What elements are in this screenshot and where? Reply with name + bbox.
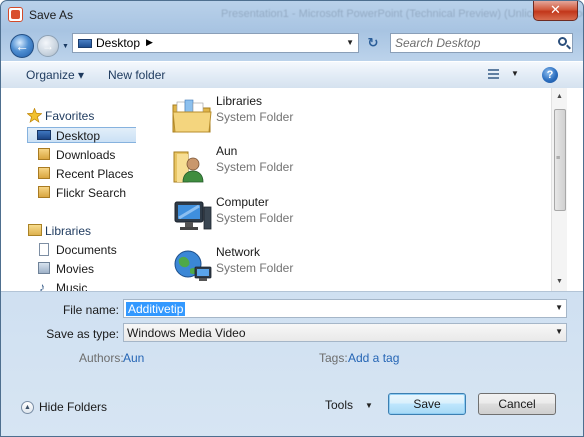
libraries-header[interactable]: Libraries	[45, 224, 91, 238]
save-as-dialog: Save As Presentation1 - Microsoft PowerP…	[0, 0, 584, 437]
desktop-icon	[37, 130, 51, 140]
address-bar[interactable]: Desktop ▶ ▼	[72, 33, 359, 53]
favorites-star-icon	[27, 108, 42, 123]
authors-value[interactable]: Aun	[123, 351, 144, 365]
address-segment-desktop[interactable]: Desktop	[96, 36, 140, 50]
app-icon	[8, 7, 23, 22]
documents-icon	[39, 243, 49, 256]
user-folder-icon	[173, 151, 204, 183]
view-details-icon	[488, 69, 499, 79]
save-as-type-label: Save as type:	[46, 327, 119, 341]
address-history-dropdown[interactable]: ▼	[346, 38, 354, 47]
hide-folders-label: Hide Folders	[39, 400, 108, 414]
chevron-down-icon[interactable]: ▼	[555, 303, 563, 312]
sidebar-item-desktop[interactable]: Desktop	[27, 127, 136, 143]
downloads-icon	[38, 148, 50, 160]
list-item-libraries[interactable]: Libraries System Folder	[152, 94, 432, 140]
search-box[interactable]	[390, 33, 573, 53]
network-icon	[174, 250, 212, 281]
file-name: Aun	[216, 144, 238, 158]
libraries-icon	[28, 224, 42, 236]
sidebar-item-recent-places[interactable]: Recent Places	[56, 167, 133, 181]
chevron-down-icon[interactable]: ▼	[511, 69, 519, 78]
authors-label: Authors:	[79, 351, 124, 365]
back-button[interactable]: ←	[10, 34, 34, 58]
scroll-up-arrow-icon[interactable]: ▲	[552, 90, 567, 104]
list-item-aun[interactable]: Aun System Folder	[152, 144, 432, 190]
tools-button[interactable]: Tools	[325, 398, 353, 412]
file-name-label: File name:	[62, 303, 119, 317]
background-window-title: Presentation1 - Microsoft PowerPoint (Te…	[221, 8, 584, 20]
new-folder-button[interactable]: New folder	[108, 68, 165, 82]
sidebar-item-music[interactable]: Music	[56, 281, 87, 291]
file-name: Network	[216, 245, 261, 259]
chevron-down-icon[interactable]: ▼	[365, 401, 373, 410]
list-item-network[interactable]: Network System Folder	[152, 245, 432, 291]
chevron-up-icon: ▲	[21, 401, 34, 414]
close-button[interactable]: ✕	[533, 1, 578, 21]
flickr-search-icon	[38, 186, 50, 198]
browser-area: Favorites Desktop Downloads Recent Place…	[1, 88, 583, 292]
movies-icon	[38, 262, 50, 274]
save-as-type-select[interactable]: Windows Media Video ▼	[123, 323, 567, 342]
file-name: Libraries	[216, 94, 263, 108]
sidebar-item-flickr-search[interactable]: Flickr Search	[56, 186, 126, 200]
file-type: System Folder	[216, 261, 294, 275]
navigation-pane: Favorites Desktop Downloads Recent Place…	[1, 88, 136, 291]
file-type: System Folder	[216, 110, 294, 124]
file-name-value[interactable]: Additivetip	[126, 302, 186, 316]
tags-input[interactable]: Add a tag	[348, 351, 399, 365]
sidebar-item-label: Desktop	[56, 129, 101, 143]
save-button[interactable]: Save	[388, 393, 466, 415]
favorites-header[interactable]: Favorites	[45, 109, 94, 123]
cancel-button[interactable]: Cancel	[478, 393, 556, 415]
save-as-type-value: Windows Media Video	[127, 326, 246, 340]
file-list-scrollbar[interactable]: ▲ ≡ ▼	[551, 88, 567, 291]
command-bar: Organize ▾ New folder ▼ ?	[1, 61, 583, 89]
address-chevron-icon[interactable]: ▶	[146, 37, 153, 48]
search-input[interactable]	[395, 36, 545, 50]
recent-places-icon	[38, 167, 50, 179]
sidebar-item-movies[interactable]: Movies	[56, 262, 94, 276]
change-view-button[interactable]: ▼	[488, 67, 519, 83]
file-name-field[interactable]: Additivetip ▼	[123, 299, 567, 318]
chevron-down-icon[interactable]: ▼	[555, 327, 563, 336]
file-list: Libraries System Folder Aun System Folde…	[152, 88, 566, 291]
organize-button[interactable]: Organize ▾	[26, 68, 84, 82]
title-bar[interactable]: Save As Presentation1 - Microsoft PowerP…	[1, 1, 583, 29]
list-item-computer[interactable]: Computer System Folder	[152, 195, 432, 241]
computer-icon	[174, 201, 212, 230]
search-icon[interactable]	[558, 37, 567, 46]
help-icon[interactable]: ?	[542, 67, 558, 83]
scroll-down-arrow-icon[interactable]: ▼	[552, 275, 567, 289]
tags-label: Tags:	[319, 351, 348, 365]
forward-button[interactable]: →	[37, 35, 59, 57]
dialog-title: Save As	[29, 8, 74, 22]
libraries-folder-icon	[172, 99, 212, 133]
desktop-icon	[78, 39, 92, 48]
refresh-button[interactable]: ↻	[363, 34, 383, 52]
sidebar-item-downloads[interactable]: Downloads	[56, 148, 115, 162]
file-type: System Folder	[216, 211, 294, 225]
file-type: System Folder	[216, 160, 294, 174]
sidebar-item-documents[interactable]: Documents	[56, 243, 117, 257]
file-name: Computer	[216, 195, 269, 209]
music-icon: ♪	[39, 280, 45, 291]
scroll-thumb[interactable]: ≡	[554, 109, 566, 211]
recent-pages-dropdown[interactable]: ▼	[62, 43, 69, 50]
